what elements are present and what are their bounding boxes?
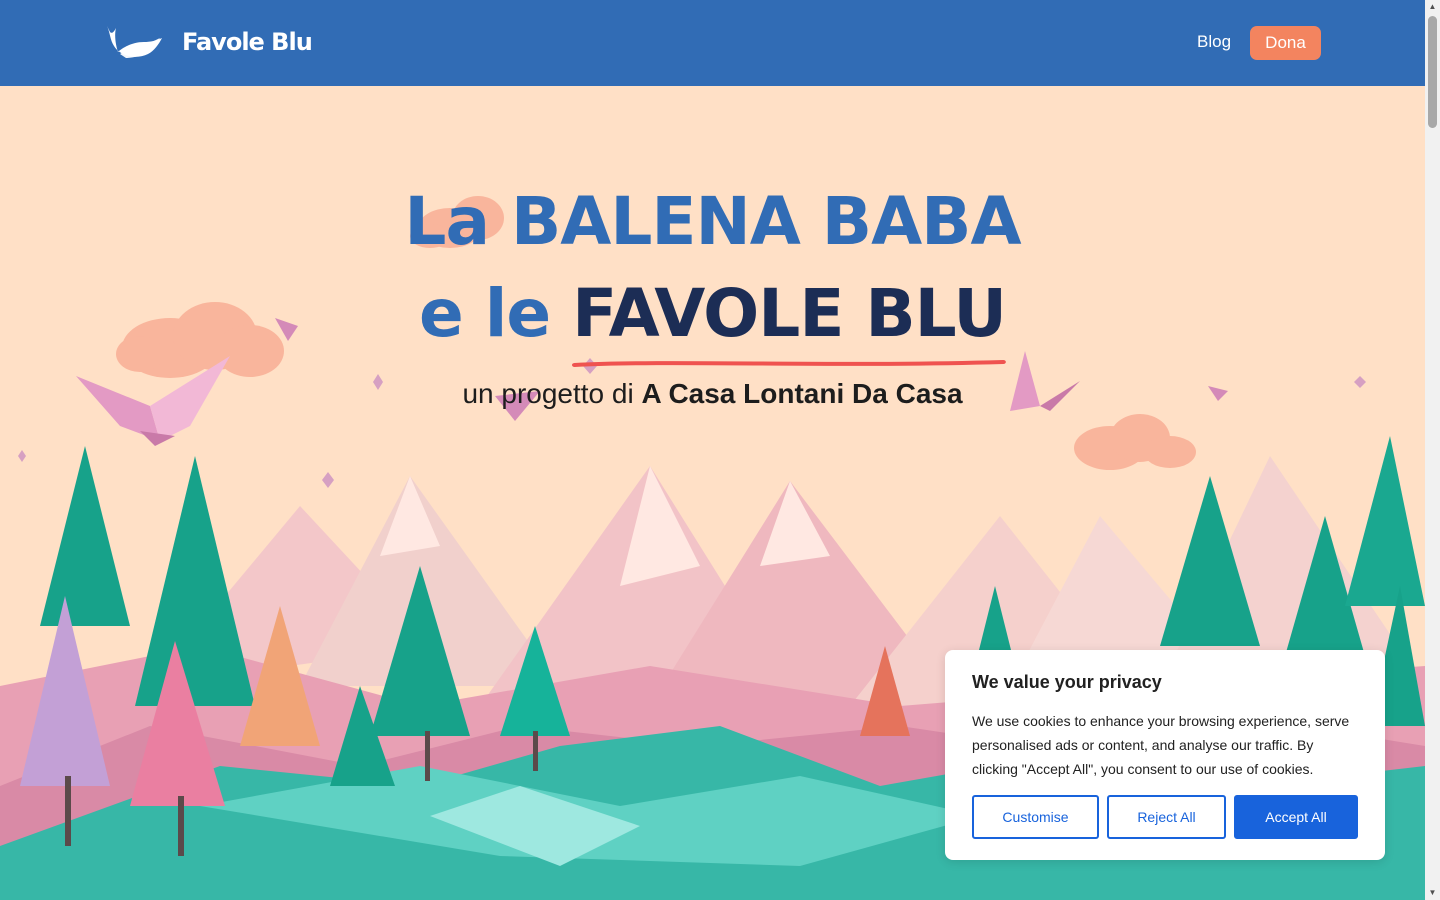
- hero-subtitle-prefix: un progetto di: [462, 378, 642, 409]
- scrollbar-thumb[interactable]: [1428, 16, 1437, 128]
- site-header: Favole Blu Blog Dona: [0, 0, 1425, 86]
- cloud-right: [1074, 414, 1196, 470]
- cookie-customise-button[interactable]: Customise: [972, 795, 1099, 839]
- hero-subtitle-organisation: A Casa Lontani Da Casa: [641, 378, 963, 409]
- cookie-accept-all-button[interactable]: Accept All: [1234, 795, 1358, 839]
- cookie-consent-banner: We value your privacy We use cookies to …: [945, 650, 1385, 860]
- hero-subtitle: un progetto di A Casa Lontani Da Casa: [0, 378, 1425, 410]
- cookie-reject-all-button[interactable]: Reject All: [1107, 795, 1226, 839]
- page-scrollbar[interactable]: ▲ ▼: [1425, 0, 1440, 900]
- cookie-title: We value your privacy: [972, 672, 1162, 692]
- donate-button[interactable]: Dona: [1250, 26, 1321, 60]
- hero-title-accent-text: FAVOLE BLU: [572, 275, 1007, 352]
- hero-title-prefix: e le: [419, 275, 573, 352]
- hero-title: La BALENA BABA e le FAVOLE BLU: [0, 176, 1425, 367]
- site-logo-text: Favole Blu: [182, 28, 313, 56]
- cookie-buttons: Customise Reject All Accept All: [972, 795, 1358, 839]
- scroll-down-arrow-icon[interactable]: ▼: [1428, 888, 1437, 898]
- site-logo[interactable]: Favole Blu: [104, 22, 313, 62]
- cookie-description: We use cookies to enhance your browsing …: [972, 713, 1350, 777]
- hero-title-line1: La BALENA BABA: [404, 183, 1021, 260]
- scroll-up-arrow-icon[interactable]: ▲: [1428, 2, 1437, 12]
- hero-title-accent: FAVOLE BLU: [572, 268, 1007, 367]
- nav-link-blog[interactable]: Blog: [1197, 32, 1231, 52]
- hand-drawn-underline: [572, 360, 1006, 367]
- hero-title-line2: e le FAVOLE BLU: [0, 268, 1425, 367]
- whale-tail-icon: [107, 26, 162, 58]
